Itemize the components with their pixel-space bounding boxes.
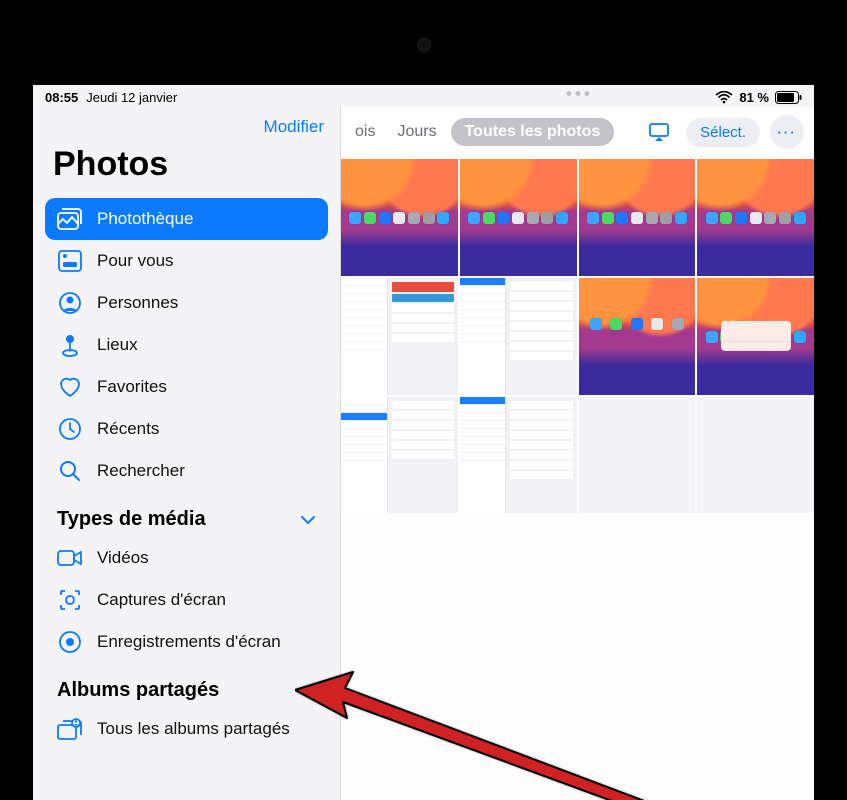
wifi-icon <box>715 90 733 105</box>
sidebar-item-label: Rechercher <box>97 461 185 481</box>
search-icon <box>57 459 83 483</box>
tab-days[interactable]: Jours <box>389 119 444 145</box>
photo-thumb[interactable]: · · ··· <box>697 278 814 395</box>
photo-thumb[interactable] <box>697 159 814 276</box>
sidebar-item-screenshots[interactable]: Captures d'écran <box>45 579 328 621</box>
sidebar-item-label: Favorites <box>97 377 167 397</box>
sidebar-item-foryou[interactable]: Pour vous <box>45 240 328 282</box>
recording-icon <box>57 630 83 654</box>
sidebar-item-label: Récents <box>97 419 159 439</box>
sidebar-item-all-shared[interactable]: Tous les albums partagés <box>45 708 328 750</box>
sidebar-item-search[interactable]: Rechercher <box>45 450 328 492</box>
places-icon <box>57 333 83 357</box>
sidebar-item-label: Captures d'écran <box>97 590 226 610</box>
sidebar-title: Photos <box>33 141 340 198</box>
sidebar-item-videos[interactable]: Vidéos <box>45 537 328 579</box>
main-area: ois Jours Toutes les photos Sélect. ··· <box>341 107 814 800</box>
view-tabs: ois Jours Toutes les photos <box>347 118 614 146</box>
sidebar-item-label: Vidéos <box>97 548 149 568</box>
sidebar-item-people[interactable]: Personnes <box>45 282 328 324</box>
photo-thumb[interactable] <box>341 397 458 514</box>
status-time: 08:55 <box>45 90 78 105</box>
sidebar-item-library[interactable]: Photothèque <box>45 198 328 240</box>
library-icon <box>57 207 83 231</box>
main-header: ois Jours Toutes les photos Sélect. ··· <box>341 107 814 159</box>
tab-all-photos[interactable]: Toutes les photos <box>451 118 615 146</box>
section-label: Types de média <box>57 508 206 531</box>
sidebar-item-label: Enregistrements d'écran <box>97 632 281 652</box>
foryou-icon <box>57 249 83 273</box>
section-media-types[interactable]: Types de média <box>45 492 328 537</box>
status-date: Jeudi 12 janvier <box>86 90 177 105</box>
screen: 08:55 Jeudi 12 janvier 81 % Modifier Pho… <box>33 85 814 800</box>
sidebar-item-favorites[interactable]: Favorites <box>45 366 328 408</box>
section-shared-albums[interactable]: Albums partagés <box>45 663 328 708</box>
heart-icon <box>57 375 83 399</box>
video-icon <box>57 546 83 570</box>
clock-icon <box>57 417 83 441</box>
photo-thumb[interactable] <box>460 159 577 276</box>
photo-thumb[interactable] <box>579 159 696 276</box>
status-battery-text: 81 % <box>739 90 769 105</box>
people-icon <box>57 291 83 315</box>
sidebar-item-label: Tous les albums partagés <box>97 719 290 739</box>
more-button[interactable]: ··· <box>770 115 804 149</box>
ellipsis-icon: ··· <box>777 125 796 140</box>
sidebar-item-recents[interactable]: Récents <box>45 408 328 450</box>
select-button[interactable]: Sélect. <box>686 118 760 147</box>
photo-thumb[interactable] <box>579 278 696 395</box>
photo-thumb[interactable] <box>697 397 814 514</box>
sidebar-item-recordings[interactable]: Enregistrements d'écran <box>45 621 328 663</box>
photo-thumb[interactable] <box>579 397 696 514</box>
chevron-down-icon <box>300 683 316 699</box>
sidebar-item-label: Personnes <box>97 293 178 313</box>
status-bar: 08:55 Jeudi 12 janvier 81 % <box>33 85 814 107</box>
cast-button[interactable] <box>642 115 676 149</box>
section-label: Albums partagés <box>57 679 219 702</box>
device-camera <box>417 38 431 52</box>
photo-thumb[interactable] <box>460 397 577 514</box>
sidebar-item-label: Photothèque <box>97 209 193 229</box>
photo-thumb[interactable] <box>460 278 577 395</box>
shared-albums-icon <box>57 717 83 741</box>
photo-thumb[interactable] <box>341 159 458 276</box>
window-grabber <box>566 91 589 96</box>
screenshot-icon <box>57 588 83 612</box>
photo-grid: · · ··· <box>341 159 814 513</box>
tab-months[interactable]: ois <box>347 119 383 145</box>
sidebar-item-label: Pour vous <box>97 251 174 271</box>
photo-thumb[interactable] <box>341 278 458 395</box>
edit-button[interactable]: Modifier <box>264 117 324 137</box>
device-frame: 08:55 Jeudi 12 janvier 81 % Modifier Pho… <box>0 0 847 800</box>
chevron-down-icon <box>300 512 316 528</box>
sidebar: Modifier Photos Photothèque Pour v <box>33 107 341 800</box>
sidebar-item-label: Lieux <box>97 335 138 355</box>
battery-icon <box>775 90 802 105</box>
sidebar-item-places[interactable]: Lieux <box>45 324 328 366</box>
